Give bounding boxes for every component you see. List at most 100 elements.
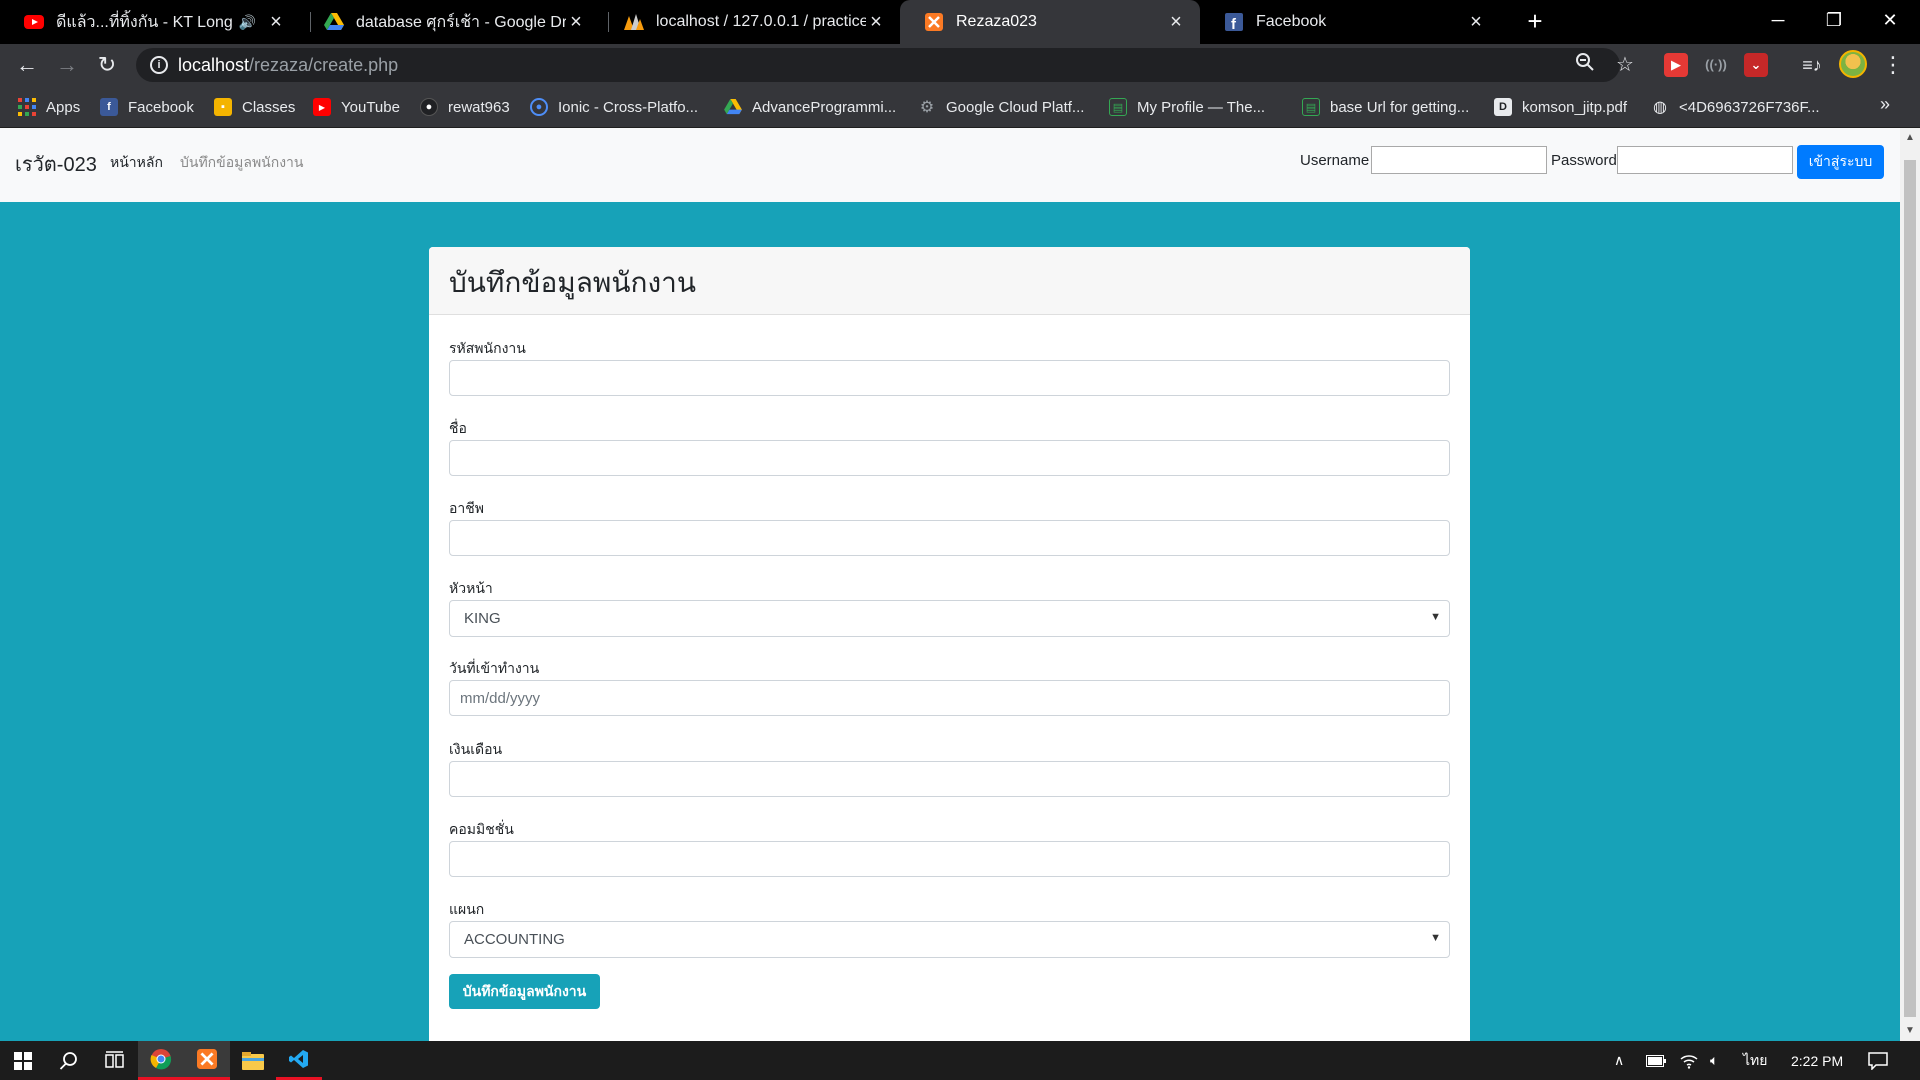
close-icon[interactable]: × [1166, 11, 1186, 34]
media-control-icon[interactable]: ≡♪ [1800, 53, 1824, 77]
job-input[interactable] [449, 520, 1450, 556]
url-host: localhost [178, 55, 250, 75]
facebook-icon: f [100, 98, 118, 116]
login-button[interactable]: เข้าสู่ระบบ [1797, 145, 1884, 179]
nav-link-home[interactable]: หน้าหลัก [110, 152, 163, 174]
tab-rezaza023[interactable]: Rezaza023 × [900, 0, 1200, 44]
volume-icon[interactable]: 🔈︎ [1710, 1041, 1718, 1080]
task-view-icon[interactable] [92, 1041, 138, 1080]
language-indicator[interactable]: ไทย [1743, 1041, 1767, 1080]
page-title: บันทึกข้อมูลพนักงาน [449, 267, 696, 298]
speaker-icon[interactable]: 🔊 [239, 14, 256, 31]
submit-button[interactable]: บันทึกข้อมูลพนักงาน [449, 974, 600, 1009]
salary-input[interactable] [449, 761, 1450, 797]
close-icon[interactable]: × [266, 11, 286, 34]
bookmark-komson-pdf[interactable]: D komson_jitp.pdf [1494, 96, 1627, 118]
bookmark-label: Classes [242, 98, 296, 116]
employee-form-card: บันทึกข้อมูลพนักงาน รหัสพนักงาน ชื่อ อาช… [429, 247, 1470, 1041]
search-icon[interactable] [46, 1041, 92, 1080]
name-input[interactable] [449, 440, 1450, 476]
card-header: บันทึกข้อมูลพนักงาน [429, 247, 1470, 315]
vscode-icon[interactable] [276, 1041, 322, 1080]
empno-input[interactable] [449, 360, 1450, 396]
star-bookmark-icon[interactable]: ☆ [1612, 52, 1638, 78]
minimize-button[interactable]: ─ [1750, 0, 1806, 40]
close-icon[interactable]: × [866, 11, 886, 34]
bookmark-classes[interactable]: ▪ Classes [214, 96, 295, 118]
bookmark-label: Apps [46, 98, 81, 116]
reload-button[interactable]: ↻ [92, 50, 122, 80]
page-icon: ▤ [1302, 98, 1320, 116]
clock-time[interactable]: 2:22 PM [1791, 1041, 1843, 1080]
bookmark-youtube[interactable]: ▶ YouTube [313, 96, 400, 118]
hiredate-placeholder: mm/dd/yyyy [460, 690, 541, 707]
tray-overflow-icon[interactable]: ∧ [1614, 1041, 1624, 1080]
tab-youtube[interactable]: ดีแล้ว...ที่ทิ้งกัน - KT Long Flowing 🔊 … [0, 0, 300, 44]
password-label: Password [1551, 152, 1617, 169]
google-classroom-icon: ▪ [214, 98, 232, 116]
chrome-icon[interactable] [138, 1041, 184, 1080]
xampp-icon[interactable] [184, 1041, 230, 1080]
back-button[interactable]: ← [12, 50, 42, 80]
google-drive-icon [724, 98, 742, 116]
tab-title: database ศุกร์เช้า - Google Drive [356, 13, 566, 31]
battery-icon[interactable] [1646, 1041, 1666, 1080]
forward-button[interactable]: → [52, 50, 82, 80]
profile-avatar[interactable] [1839, 50, 1867, 78]
tab-facebook[interactable]: f Facebook × [1200, 0, 1500, 44]
commission-input[interactable] [449, 841, 1450, 877]
bookmarks-bar: Apps f Facebook ▪ Classes ▶ YouTube ● re… [0, 86, 1920, 128]
url-path: /rezaza/create.php [249, 55, 399, 75]
extension-red-icon[interactable]: ▶ [1664, 53, 1688, 77]
bookmark-base-url[interactable]: ▤ base Url for getting... [1302, 96, 1469, 118]
wifi-icon[interactable] [1680, 1041, 1698, 1080]
bookmark-google-cloud[interactable]: ⚙ Google Cloud Platf... [918, 96, 1085, 118]
close-icon[interactable]: × [1466, 11, 1486, 34]
page-scrollbar[interactable]: ▲ ▼ [1900, 128, 1920, 1041]
hiredate-input[interactable]: mm/dd/yyyy [449, 680, 1450, 716]
password-input[interactable] [1617, 146, 1793, 174]
bookmark-facebook[interactable]: f Facebook [100, 96, 194, 118]
menu-kebab-icon[interactable]: ⋮ [1878, 50, 1908, 80]
bookmark-ionic[interactable]: ● Ionic - Cross-Platfo... [530, 96, 698, 118]
bookmarks-overflow-icon[interactable]: » [1880, 94, 1890, 115]
youtube-icon: ▶ [313, 98, 331, 116]
tab-phpmyadmin[interactable]: localhost / 127.0.0.1 / practice / e × [600, 0, 900, 44]
zoom-icon[interactable] [1572, 52, 1598, 78]
pocket-icon[interactable]: ⌄ [1744, 53, 1768, 77]
address-bar[interactable]: i localhost/rezaza/create.php ☆ [136, 48, 1634, 82]
apps-grid-icon [18, 98, 36, 116]
bookmark-label: rewat963 [448, 98, 510, 116]
url-text[interactable]: localhost/rezaza/create.php [178, 55, 398, 76]
scroll-down-arrow-icon[interactable]: ▼ [1900, 1021, 1920, 1041]
restore-button[interactable]: ❐ [1806, 0, 1862, 40]
bookmark-my-profile[interactable]: ▤ My Profile — The... [1109, 96, 1265, 118]
department-select[interactable]: ACCOUNTING ▼ [449, 921, 1450, 958]
nav-link-create-employee[interactable]: บันทึกข้อมูลพนักงาน [180, 152, 304, 174]
info-icon[interactable]: i [150, 56, 168, 74]
bookmark-apps[interactable]: Apps [18, 96, 80, 118]
extension-broadcast-icon[interactable]: ((·)) [1704, 53, 1728, 77]
scroll-thumb[interactable] [1904, 160, 1916, 1017]
empno-label: รหัสพนักงาน [449, 340, 526, 356]
notifications-icon[interactable] [1868, 1041, 1888, 1080]
bookmark-rewat963[interactable]: ● rewat963 [420, 96, 510, 118]
tab-google-drive[interactable]: database ศุกร์เช้า - Google Drive × [300, 0, 600, 44]
file-explorer-icon[interactable] [230, 1041, 276, 1080]
bookmark-label: Ionic - Cross-Platfo... [558, 98, 699, 116]
bookmark-advanceprogramming[interactable]: AdvanceProgrammi... [724, 96, 896, 118]
windows-start-icon[interactable] [0, 1041, 46, 1080]
navbar-brand[interactable]: เรวัต-023 [15, 148, 97, 180]
username-input[interactable] [1371, 146, 1547, 174]
new-tab-button[interactable]: + [1519, 6, 1551, 38]
window-close-button[interactable]: ✕ [1862, 0, 1918, 40]
bookmark-label: Google Cloud Platf... [946, 98, 1085, 116]
manager-select[interactable]: KING ▼ [449, 600, 1450, 637]
caret-down-icon: ▼ [1430, 932, 1441, 944]
bookmark-globe[interactable]: ◍ <4D6963726F736F... [1651, 96, 1820, 118]
bookmark-label: base Url for getting... [1330, 98, 1470, 116]
scroll-up-arrow-icon[interactable]: ▲ [1900, 128, 1920, 148]
bookmark-label: komson_jitp.pdf [1522, 98, 1628, 116]
close-icon[interactable]: × [566, 11, 586, 34]
windows-taskbar: ∧ 🔈︎ ไทย 2:22 PM [0, 1041, 1920, 1080]
